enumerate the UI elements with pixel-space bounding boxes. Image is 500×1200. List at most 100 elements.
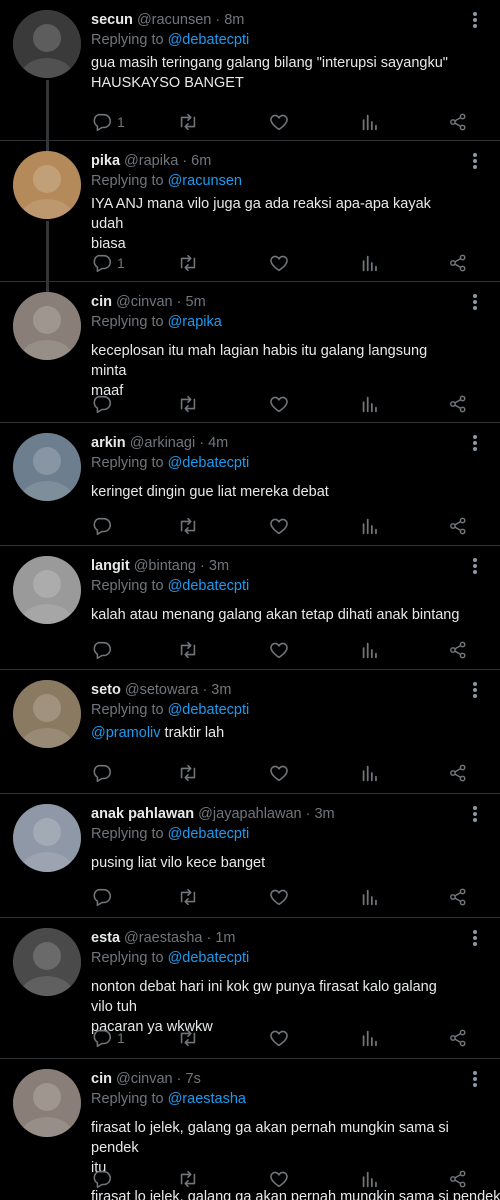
timestamp[interactable]: · 6m <box>178 153 211 169</box>
user-handle[interactable]: @rapika <box>120 153 178 169</box>
like-button[interactable] <box>268 1026 290 1050</box>
tweet-reply[interactable]: cin @cinvan · 7s Replying to @raestasha fi… <box>0 1059 500 1199</box>
tweet-reply[interactable]: pika @rapika · 6m Replying to @racunsen IY… <box>0 141 500 292</box>
tweet-reply[interactable]: anak pahlawan @jayapahlawan · 3m Replying… <box>0 794 500 918</box>
reply-button[interactable]: 1 <box>91 251 125 275</box>
views-button[interactable] <box>359 514 381 538</box>
display-name[interactable]: cin <box>91 294 112 310</box>
replying-to-mention-link[interactable]: @debatecpti <box>168 578 250 594</box>
user-handle[interactable]: @raestasha <box>120 930 202 946</box>
reply-button[interactable]: 1 <box>91 110 125 134</box>
display-name[interactable]: pika <box>91 153 120 169</box>
like-button[interactable] <box>268 251 290 275</box>
more-options-icon[interactable] <box>472 294 478 312</box>
share-button[interactable] <box>447 1026 469 1050</box>
more-options-icon[interactable] <box>472 930 478 948</box>
timestamp[interactable]: · 1m <box>202 930 235 946</box>
replying-to-mention-link[interactable]: @debatecpti <box>168 32 250 48</box>
tweet-reply[interactable]: arkin @arkinagi · 4m Replying to @debatec… <box>0 423 500 546</box>
tweet-reply[interactable]: seto @setowara · 3m Replying to @debatecp… <box>0 670 500 794</box>
reply-button[interactable] <box>91 638 113 662</box>
reply-button[interactable] <box>91 1167 113 1191</box>
views-button[interactable] <box>359 638 381 662</box>
more-options-icon[interactable] <box>472 1071 478 1089</box>
display-name[interactable]: esta <box>91 930 120 946</box>
like-button[interactable] <box>268 638 290 662</box>
tweet-reply[interactable]: secun @racunsen · 8m Replying to @debatec… <box>0 0 500 151</box>
replying-to-mention-link[interactable]: @debatecpti <box>168 950 250 966</box>
like-button[interactable] <box>268 761 290 785</box>
more-options-icon[interactable] <box>472 682 478 700</box>
views-button[interactable] <box>359 1167 381 1191</box>
like-button[interactable] <box>268 885 290 909</box>
avatar[interactable] <box>13 433 81 501</box>
mention-link[interactable]: @pramoliv <box>91 725 161 741</box>
reply-button[interactable] <box>91 392 113 416</box>
views-button[interactable] <box>359 110 381 134</box>
user-handle[interactable]: @cinvan <box>112 1071 173 1087</box>
timestamp[interactable]: · 3m <box>196 558 229 574</box>
reply-button[interactable] <box>91 885 113 909</box>
more-options-icon[interactable] <box>472 806 478 824</box>
user-handle[interactable]: @bintang <box>130 558 196 574</box>
retweet-button[interactable] <box>177 885 199 909</box>
replying-to-mention-link[interactable]: @rapika <box>168 314 222 330</box>
timestamp[interactable]: · 5m <box>173 294 206 310</box>
avatar[interactable] <box>13 928 81 996</box>
tweet-reply[interactable]: cin @cinvan · 5m Replying to @rapika kecep… <box>0 282 500 423</box>
more-options-icon[interactable] <box>472 435 478 453</box>
timestamp[interactable]: · 7s <box>173 1071 201 1087</box>
display-name[interactable]: langit <box>91 558 130 574</box>
user-handle[interactable]: @setowara <box>121 682 199 698</box>
like-button[interactable] <box>268 392 290 416</box>
views-button[interactable] <box>359 885 381 909</box>
retweet-button[interactable] <box>177 110 199 134</box>
timestamp[interactable]: · 4m <box>195 435 228 451</box>
replying-to-mention-link[interactable]: @debatecpti <box>168 702 250 718</box>
like-button[interactable] <box>268 1167 290 1191</box>
share-button[interactable] <box>447 1167 469 1191</box>
timestamp[interactable]: · 8m <box>211 12 244 28</box>
replying-to-mention-link[interactable]: @debatecpti <box>168 826 250 842</box>
replying-to-mention-link[interactable]: @debatecpti <box>168 455 250 471</box>
views-button[interactable] <box>359 251 381 275</box>
replying-to-mention-link[interactable]: @raestasha <box>168 1091 246 1107</box>
share-button[interactable] <box>447 885 469 909</box>
avatar[interactable] <box>13 151 81 219</box>
avatar[interactable] <box>13 10 81 78</box>
tweet-reply[interactable]: esta @raestasha · 1m Replying to @debatec… <box>0 918 500 1059</box>
views-button[interactable] <box>359 1026 381 1050</box>
more-options-icon[interactable] <box>472 12 478 30</box>
more-options-icon[interactable] <box>472 153 478 171</box>
reply-button[interactable] <box>91 761 113 785</box>
user-handle[interactable]: @arkinagi <box>126 435 196 451</box>
avatar[interactable] <box>13 556 81 624</box>
share-button[interactable] <box>447 110 469 134</box>
user-handle[interactable]: @jayapahlawan <box>194 806 301 822</box>
timestamp[interactable]: · 3m <box>302 806 335 822</box>
retweet-button[interactable] <box>177 1167 199 1191</box>
retweet-button[interactable] <box>177 761 199 785</box>
share-button[interactable] <box>447 638 469 662</box>
like-button[interactable] <box>268 110 290 134</box>
timestamp[interactable]: · 3m <box>198 682 231 698</box>
user-handle[interactable]: @cinvan <box>112 294 173 310</box>
views-button[interactable] <box>359 392 381 416</box>
user-handle[interactable]: @racunsen <box>133 12 211 28</box>
retweet-button[interactable] <box>177 251 199 275</box>
reply-button[interactable]: 1 <box>91 1026 125 1050</box>
display-name[interactable]: arkin <box>91 435 126 451</box>
share-button[interactable] <box>447 761 469 785</box>
replying-to-mention-link[interactable]: @racunsen <box>168 173 242 189</box>
retweet-button[interactable] <box>177 514 199 538</box>
tweet-reply[interactable]: langit @bintang · 3m Replying to @debatec… <box>0 546 500 670</box>
more-options-icon[interactable] <box>472 558 478 576</box>
display-name[interactable]: secun <box>91 12 133 28</box>
display-name[interactable]: anak pahlawan <box>91 806 194 822</box>
avatar[interactable] <box>13 680 81 748</box>
display-name[interactable]: seto <box>91 682 121 698</box>
share-button[interactable] <box>447 251 469 275</box>
share-button[interactable] <box>447 392 469 416</box>
views-button[interactable] <box>359 761 381 785</box>
avatar[interactable] <box>13 1069 81 1137</box>
